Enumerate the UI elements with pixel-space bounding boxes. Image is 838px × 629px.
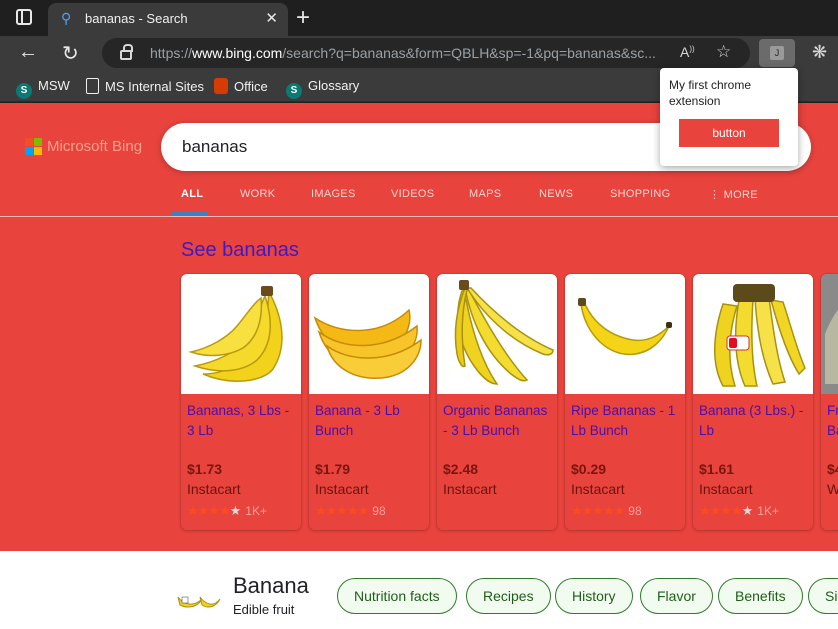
lock-icon[interactable] xyxy=(120,44,133,60)
tab-title: bananas - Search xyxy=(85,11,188,26)
chip-recipes[interactable]: Recipes xyxy=(466,578,551,614)
popup-text: My first chrome extension xyxy=(669,78,752,108)
tab-all[interactable]: ALL xyxy=(172,188,208,215)
banana-thumbnail[interactable] xyxy=(176,589,222,609)
product-rating: ★★★★★ 98 xyxy=(571,503,642,518)
microsoft-logo-icon xyxy=(25,138,43,156)
extensions-puzzle-icon[interactable]: ❋ xyxy=(812,42,827,63)
product-name[interactable]: Banana - 3 Lb Bunch xyxy=(315,401,425,441)
tab-active[interactable]: ⚲ bananas - Search ✕ xyxy=(48,3,288,36)
chip-history[interactable]: History xyxy=(555,578,633,614)
banana-bunch-image xyxy=(454,280,554,385)
product-card[interactable]: Ripe Bananas - 1 Lb Bunch $0.29 Instacar… xyxy=(565,274,685,530)
product-image[interactable] xyxy=(181,274,301,394)
banana-bunch-image xyxy=(188,286,283,382)
chip-nutrition-facts[interactable]: Nutrition facts xyxy=(337,578,457,614)
product-name[interactable]: Organic Bananas - 3 Lb Bunch xyxy=(443,401,553,441)
banana-bunch-image xyxy=(714,284,806,387)
chip-flavor[interactable]: Flavor xyxy=(640,578,713,614)
product-image[interactable] xyxy=(309,274,429,394)
search-query[interactable]: bananas xyxy=(182,137,247,157)
read-aloud-icon[interactable]: A)) xyxy=(680,44,695,60)
product-store: Instacart xyxy=(187,481,241,497)
product-price: $1.79 xyxy=(315,461,351,477)
extension-popup: My first chrome extension button xyxy=(660,68,798,166)
product-price: $2.48 xyxy=(443,461,479,477)
product-price: $4 xyxy=(827,461,838,477)
refresh-icon[interactable]: ↻ xyxy=(62,41,79,66)
workspaces-icon[interactable] xyxy=(16,9,32,25)
product-store: Instacart xyxy=(315,481,369,497)
product-store: W xyxy=(827,481,838,497)
new-tab-button[interactable]: + xyxy=(296,4,310,32)
product-name[interactable]: Bananas, 3 Lbs - 3 Lb xyxy=(187,401,297,441)
document-icon xyxy=(86,78,99,94)
tab-maps[interactable]: MAPS xyxy=(469,188,501,200)
product-card[interactable]: Organic Bananas - 3 Lb Bunch $2.48 Insta… xyxy=(437,274,557,530)
active-tab-underline xyxy=(172,212,208,215)
product-price: $0.29 xyxy=(571,461,607,477)
product-store: Instacart xyxy=(699,481,753,497)
product-store: Instacart xyxy=(571,481,625,497)
bookmark-msw[interactable]: S MSW xyxy=(16,78,70,99)
url-text[interactable]: https://www.bing.com/search?q=bananas&fo… xyxy=(150,45,675,61)
banana-bunch-image xyxy=(313,308,422,379)
popup-button[interactable]: button xyxy=(679,119,779,147)
product-price: $1.61 xyxy=(699,461,735,477)
bookmark-office[interactable]: Office xyxy=(214,78,268,94)
bookmark-glossary[interactable]: S Glossary xyxy=(286,78,359,99)
tab-news[interactable]: NEWS xyxy=(539,188,573,200)
tab-more[interactable]: ⋮ MORE xyxy=(709,188,758,201)
product-image[interactable] xyxy=(693,274,813,394)
tab-work[interactable]: WORK xyxy=(240,188,275,200)
chip-benefits[interactable]: Benefits xyxy=(718,578,803,614)
entity-strip: Banana Edible fruit Nutrition facts Reci… xyxy=(0,551,838,629)
sharepoint-icon: S xyxy=(16,83,32,99)
back-arrow-icon[interactable]: ← xyxy=(18,41,38,64)
product-image[interactable] xyxy=(437,274,557,394)
close-icon[interactable]: ✕ xyxy=(265,9,278,27)
bookmark-ms-internal-sites[interactable]: MS Internal Sites xyxy=(86,78,204,94)
toolbar: ← ↻ https://www.bing.com/search?q=banana… xyxy=(0,36,838,70)
product-card[interactable]: Fr Ba $4 W xyxy=(821,274,838,530)
office-icon xyxy=(214,78,228,94)
product-rating: ★★★★★ 1K+ xyxy=(699,503,779,518)
tab-images[interactable]: IMAGES xyxy=(311,188,356,200)
divider xyxy=(0,216,838,217)
search-icon: ⚲ xyxy=(61,10,72,26)
product-price: $1.73 xyxy=(187,461,223,477)
tab-shopping[interactable]: SHOPPING xyxy=(610,188,670,200)
product-rating xyxy=(443,503,447,518)
product-rating: ★★★★★ 1K+ xyxy=(187,503,267,518)
banana-package-image xyxy=(821,274,838,394)
product-image[interactable] xyxy=(821,274,838,394)
see-bananas-heading[interactable]: See bananas xyxy=(181,239,299,262)
tab-videos[interactable]: VIDEOS xyxy=(391,188,434,200)
product-card[interactable]: Banana - 3 Lb Bunch $1.79 Instacart ★★★★… xyxy=(309,274,429,530)
product-name[interactable]: Fr Ba xyxy=(827,401,838,441)
tab-strip: ⚲ bananas - Search ✕ + xyxy=(0,0,838,36)
entity-subtitle: Edible fruit xyxy=(233,602,295,617)
product-image[interactable] xyxy=(565,274,685,394)
add-favorite-icon[interactable]: ☆ xyxy=(716,42,731,62)
bing-page: Microsoft Bing bananas ALL WORK IMAGES V… xyxy=(0,103,838,629)
product-card[interactable]: Banana (3 Lbs.) - Lb $1.61 Instacart ★★★… xyxy=(693,274,813,530)
product-name[interactable]: Ripe Bananas - 1 Lb Bunch xyxy=(571,401,681,441)
product-card[interactable]: Bananas, 3 Lbs - 3 Lb $1.73 Instacart ★★… xyxy=(181,274,301,530)
chip-more[interactable]: Si xyxy=(808,578,838,614)
address-bar[interactable]: https://www.bing.com/search?q=bananas&fo… xyxy=(102,38,750,68)
product-rating: ★★★★★ 98 xyxy=(315,503,386,518)
logo-text: Microsoft Bing xyxy=(47,138,143,155)
product-store: Instacart xyxy=(443,481,497,497)
product-name[interactable]: Banana (3 Lbs.) - Lb xyxy=(699,401,809,441)
extension-button[interactable]: J xyxy=(759,39,795,67)
entity-title[interactable]: Banana xyxy=(233,573,309,599)
sharepoint-icon: S xyxy=(286,83,302,99)
extension-j-icon: J xyxy=(770,46,784,60)
single-banana-image xyxy=(578,298,672,356)
